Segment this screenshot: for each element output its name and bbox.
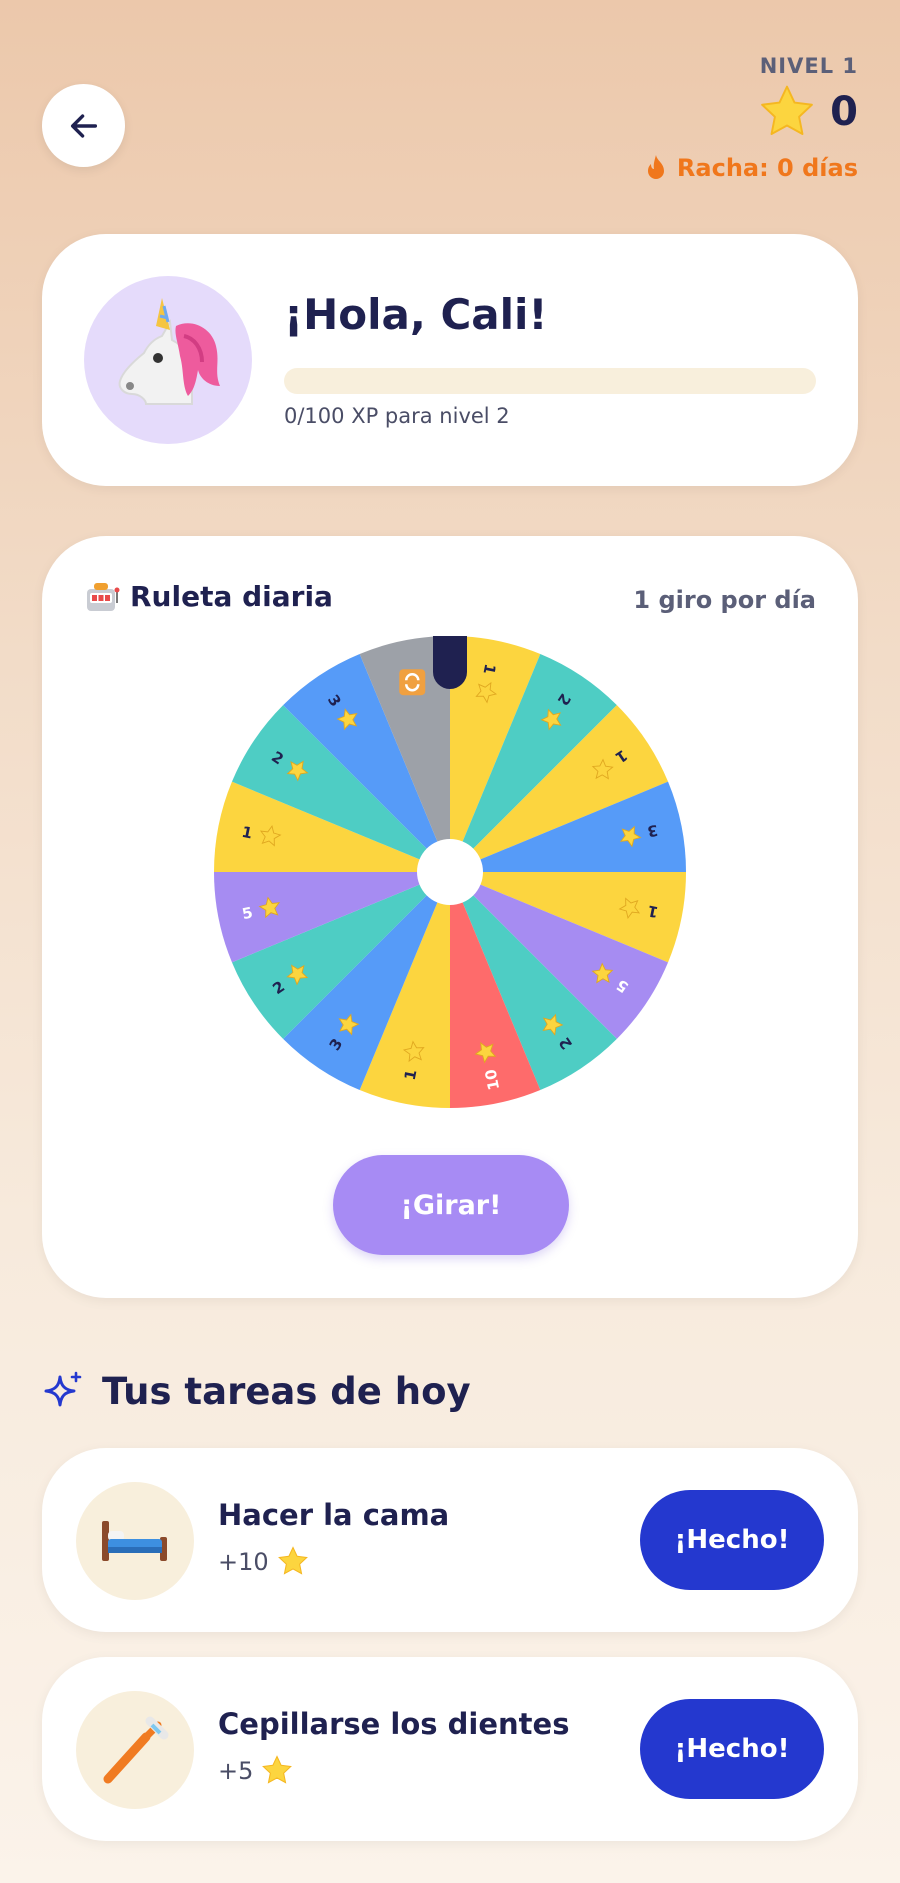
task-reward-value: +10 [218, 1547, 269, 1576]
avatar [84, 276, 252, 444]
star-icon [277, 1546, 308, 1575]
bed-icon [102, 1521, 167, 1561]
wheel-pointer [433, 636, 467, 689]
streak-indicator: Racha: 0 días [645, 154, 858, 182]
unicorn-icon [118, 298, 220, 405]
wheel-title-text: Ruleta diaria [130, 580, 333, 613]
wheel-hub [417, 839, 483, 905]
task-reward: +5 [218, 1755, 293, 1786]
task-card: Hacer la cama +10 ¡Hecho! [42, 1448, 858, 1632]
xp-progress-bar [284, 368, 816, 394]
task-name: Cepillarse los dientes [218, 1707, 570, 1741]
player-stats: NIVEL 1 0 Racha: 0 días [645, 54, 858, 182]
task-icon-bg [76, 1691, 194, 1809]
prize-wheel[interactable]: 1 2 1 3 1 5 2 10 1 3 2 5 1 2 3 [214, 636, 686, 1108]
star-icon [761, 85, 814, 135]
flame-icon [647, 155, 664, 179]
greeting: ¡Hola, Cali! [284, 290, 548, 339]
star-icon [262, 1755, 293, 1784]
stars-counter: 0 [645, 84, 858, 140]
done-button[interactable]: ¡Hecho! [640, 1699, 824, 1799]
tasks-header-text: Tus tareas de hoy [102, 1370, 471, 1413]
task-reward-value: +5 [218, 1756, 254, 1785]
stars-count: 0 [830, 89, 858, 135]
slot-machine-icon [87, 582, 120, 611]
task-card: Cepillarse los dientes +5 ¡Hecho! [42, 1657, 858, 1841]
profile-card: ¡Hola, Cali! 0/100 XP para nivel 2 [42, 234, 858, 486]
toothbrush-icon [103, 1716, 169, 1784]
daily-wheel-card: Ruleta diaria 1 giro por día 1 2 1 3 1 5 2 10 1 3… [42, 536, 858, 1298]
task-name: Hacer la cama [218, 1498, 450, 1532]
spin-button[interactable]: ¡Girar! [333, 1155, 569, 1255]
sparkles-icon [44, 1371, 82, 1406]
level-label: NIVEL 1 [759, 54, 858, 78]
wheel-title: Ruleta diaria [84, 580, 333, 613]
xp-text: 0/100 XP para nivel 2 [284, 404, 510, 428]
tasks-header: Tus tareas de hoy [42, 1370, 471, 1413]
done-button[interactable]: ¡Hecho! [640, 1490, 824, 1590]
task-reward: +10 [218, 1546, 309, 1577]
streak-text: Racha: 0 días [676, 154, 858, 182]
back-button[interactable] [42, 84, 125, 167]
wheel-subtitle: 1 giro por día [633, 586, 816, 614]
arrow-left-icon [70, 113, 97, 138]
task-icon-bg [76, 1482, 194, 1600]
